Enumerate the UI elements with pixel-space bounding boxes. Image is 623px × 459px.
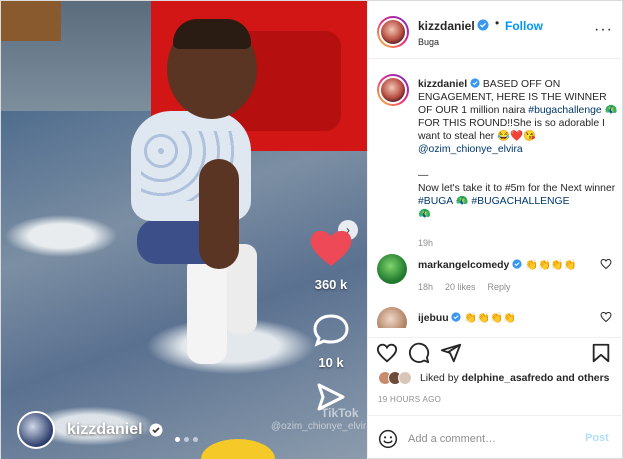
comment-reply-button[interactable]: Reply [488, 282, 511, 292]
posted-time[interactable]: 19 HOURS AGO [378, 395, 441, 404]
comment-heart-icon[interactable] [600, 258, 612, 270]
comment-time[interactable]: 18h [418, 282, 433, 292]
caption-dash: — [418, 170, 429, 181]
caption-line-3: Now let's take it to #5m for the Next wi… [418, 183, 616, 194]
post-comment-button[interactable]: Post [585, 432, 609, 444]
media-child-figure [129, 19, 269, 369]
caption-emojis: 😂❤️😘 [497, 131, 536, 142]
caption-hashtag[interactable]: #BUGA [418, 196, 453, 207]
commenter-username[interactable]: ijebuu [418, 313, 449, 324]
carousel-dot[interactable] [184, 437, 189, 442]
heart-icon[interactable] [376, 342, 398, 364]
comment-text: markangelcomedy 👏👏👏👏 [418, 258, 577, 271]
caption-emoji: 🦚 [604, 105, 618, 116]
caption-emoji: 🦚 [418, 209, 431, 220]
carousel-dot[interactable] [193, 437, 198, 442]
caption-hashtag[interactable]: #BUGACHALLENGE [471, 196, 569, 207]
liked-by-text: Liked by delphine_asafredo and others [420, 373, 609, 384]
verified-icon [451, 312, 462, 322]
comment-body: 👏👏👏👏 [464, 313, 517, 324]
tiktok-handle: @ozim_chionye_elvira.nk [271, 421, 367, 432]
video-comments-count: 10 k [318, 355, 344, 370]
more-icon[interactable]: ··· [594, 21, 613, 39]
comment-likes[interactable]: 20 likes [445, 282, 476, 292]
commenter-avatar[interactable] [377, 307, 407, 328]
commenter-avatar[interactable] [377, 254, 407, 284]
tiktok-watermark: TikTok [321, 406, 359, 420]
caption-hashtag[interactable]: #bugachallenge [528, 105, 601, 116]
instagram-post: › 360 k 10 k TikTok @ozim_chionye_elvira… [0, 0, 623, 459]
author-avatar[interactable] [377, 16, 409, 48]
post-media[interactable]: › 360 k 10 k TikTok @ozim_chionye_elvira… [1, 1, 367, 459]
caption-time[interactable]: 19h [418, 238, 433, 248]
post-actions [368, 337, 623, 369]
liked-by-prefix: Liked by [420, 372, 459, 384]
author-username[interactable]: kizzdaniel [418, 19, 475, 33]
video-overlay-actions: 360 k 10 k [305, 226, 357, 417]
share-icon[interactable] [440, 342, 462, 364]
comments-list[interactable]: kizzdaniel BASED OFF ON ENGAGEMENT, HERE… [368, 60, 623, 328]
add-comment-bar: Post [368, 415, 623, 459]
comment-input[interactable] [408, 428, 568, 450]
post-header: kizzdaniel • Follow Buga ··· [368, 1, 623, 59]
caption-mention[interactable]: @ozim_chionye_elvira [418, 144, 523, 155]
liker-avatar[interactable] [398, 371, 412, 385]
verified-icon [149, 423, 163, 437]
verified-icon [470, 78, 480, 88]
comment-body: 👏👏👏👏 [525, 260, 577, 271]
bookmark-icon[interactable] [590, 342, 612, 364]
comment-icon[interactable] [305, 312, 357, 348]
caption-emoji: 🦚 [455, 196, 469, 207]
post-details-panel: kizzdaniel • Follow Buga ··· kizzdaniel … [367, 1, 623, 459]
caption-username[interactable]: kizzdaniel [418, 79, 467, 90]
heart-icon[interactable] [305, 226, 357, 270]
comment-meta: 18h 20 likes Reply [418, 282, 511, 292]
liked-by: Liked by delphine_asafredo and others [378, 371, 609, 385]
media-avatar[interactable] [17, 411, 55, 449]
carousel-dots [175, 437, 198, 442]
media-footer: kizzdaniel [17, 411, 163, 449]
caption-avatar[interactable] [377, 74, 409, 106]
liked-by-user[interactable]: delphine_asafredo [462, 373, 554, 384]
media-username[interactable]: kizzdaniel [67, 421, 143, 439]
follow-button[interactable]: Follow [505, 19, 543, 33]
comment-text: ijebuu 👏👏👏👏 [418, 311, 516, 324]
commenter-username[interactable]: markangelcomedy [418, 260, 509, 271]
verified-icon [477, 19, 489, 31]
video-likes-count: 360 k [314, 277, 348, 292]
comment-icon[interactable] [408, 342, 430, 364]
caption-text: kizzdaniel BASED OFF ON ENGAGEMENT, HERE… [418, 78, 618, 221]
post-location[interactable]: Buga [418, 37, 439, 47]
carousel-dot[interactable] [175, 437, 180, 442]
media-doorframe [1, 1, 61, 41]
comment-heart-icon[interactable] [600, 311, 612, 323]
header-separator: • [495, 16, 500, 30]
emoji-icon[interactable] [378, 429, 398, 449]
liked-by-others[interactable]: and others [556, 373, 609, 384]
verified-icon [512, 259, 522, 269]
